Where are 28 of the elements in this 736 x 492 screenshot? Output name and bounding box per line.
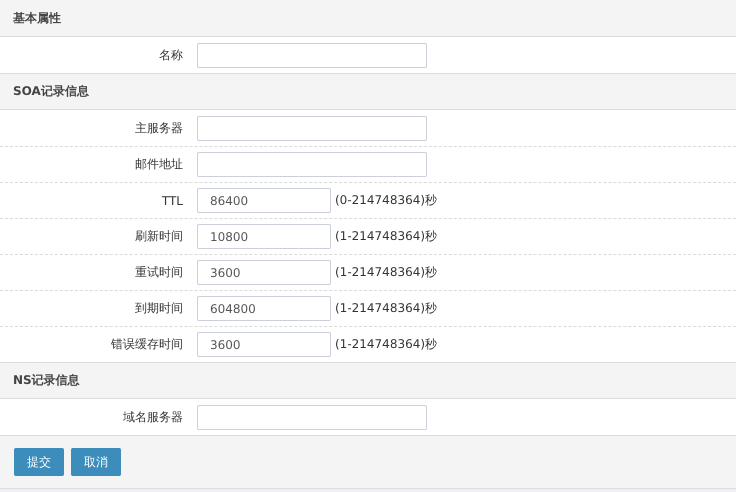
section-title: 基本属性 [13,10,61,26]
input-field[interactable]: 86400 [197,188,331,213]
section-title: SOA记录信息 [13,83,89,100]
field-label: 到期时间 [134,300,183,317]
input-field[interactable]: 3600 [197,332,331,357]
input-field[interactable]: 604800 [197,296,331,321]
range-hint: (1-214748364)秒 [335,264,438,281]
input-field[interactable] [197,404,427,430]
form-button[interactable]: 取消 [71,448,121,476]
field-label: 邮件地址 [134,156,183,173]
input-field[interactable] [197,42,427,68]
field-label: TTL [160,194,183,208]
range-hint: (0-214748364)秒 [335,192,438,209]
field-label: 域名服务器 [122,408,183,426]
input-field[interactable] [197,116,427,140]
field-label: 名称 [158,46,183,64]
input-field[interactable]: 10800 [197,224,331,249]
field-label: 错误缓存时间 [110,336,183,353]
input-field[interactable] [197,152,427,177]
field-label: 主服务器 [134,120,183,136]
range-hint: (1-214748364)秒 [335,336,438,353]
field-label: 刷新时间 [134,228,183,245]
range-hint: (1-214748364)秒 [335,300,438,317]
field-label: 重试时间 [134,264,183,281]
input-field[interactable]: 3600 [197,260,331,285]
section-title: NS记录信息 [13,372,80,389]
form-button[interactable]: 提交 [14,448,64,476]
range-hint: (1-214748364)秒 [335,228,438,245]
